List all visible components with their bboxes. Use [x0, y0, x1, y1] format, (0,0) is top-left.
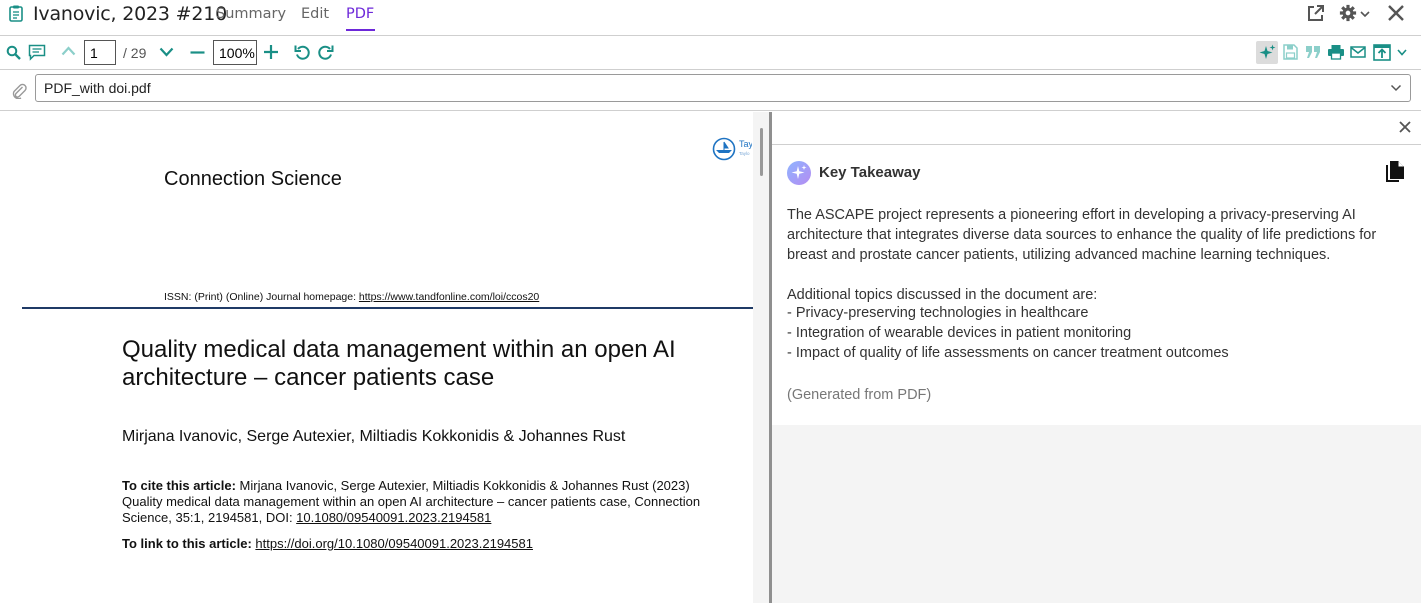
- close-icon[interactable]: [1387, 4, 1405, 22]
- header-rule: [22, 307, 753, 309]
- citation-block: To cite this article: Mirjana Ivanovic, …: [122, 478, 702, 526]
- journal-homepage-link[interactable]: https://www.tandfonline.com/loi/ccos20: [359, 291, 539, 303]
- attachment-row: PDF_with doi.pdf: [0, 70, 1421, 111]
- key-takeaway-panel: Key Takeaway The ASCAPE project represen…: [772, 112, 1421, 603]
- pdf-viewer[interactable]: Tay Taylo Connection Science ISSN: (Prin…: [0, 112, 753, 603]
- export-icon[interactable]: [1373, 43, 1391, 61]
- reference-title: Ivanovic, 2023 #210: [33, 3, 227, 25]
- panel-header: [772, 112, 1421, 145]
- cite-label: To cite this article:: [122, 478, 236, 493]
- rotate-left-icon[interactable]: [294, 44, 311, 61]
- external-link-icon[interactable]: [1306, 4, 1325, 23]
- issn-prefix: ISSN: (Print) (Online) Journal homepage:: [164, 291, 359, 303]
- ai-sparkle-icon: [787, 161, 811, 185]
- comment-icon[interactable]: [28, 44, 46, 61]
- active-tab-indicator: [346, 29, 375, 31]
- panel-title: Key Takeaway: [819, 164, 921, 181]
- rotate-right-icon[interactable]: [317, 44, 334, 61]
- zoom-in-icon[interactable]: [263, 44, 279, 60]
- journal-logo-text: Tay: [739, 139, 752, 149]
- quote-icon[interactable]: [1305, 45, 1321, 59]
- article-url-link[interactable]: https://doi.org/10.1080/09540091.2023.21…: [255, 536, 533, 551]
- pdf-toolbar: / 29: [0, 36, 1421, 70]
- search-icon[interactable]: [6, 45, 21, 60]
- topic-item: - Integration of wearable devices in pat…: [787, 325, 1132, 341]
- takeaway-summary: The ASCAPE project represents a pioneeri…: [787, 207, 1377, 263]
- title-bar: Ivanovic, 2023 #210 Summary Edit PDF: [0, 0, 1421, 36]
- tab-edit[interactable]: Edit: [301, 6, 329, 22]
- journal-logo: Tay Taylo: [712, 137, 752, 161]
- attachment-file-name: PDF_with doi.pdf: [44, 80, 151, 96]
- print-icon[interactable]: [1327, 44, 1345, 60]
- tab-summary[interactable]: Summary: [216, 6, 286, 22]
- ai-sparkle-icon[interactable]: [1259, 44, 1276, 61]
- zoom-out-icon[interactable]: [190, 51, 205, 54]
- tab-pdf[interactable]: PDF: [346, 6, 374, 22]
- topic-item: - Impact of quality of life assessments …: [787, 345, 1229, 361]
- chevron-up-icon[interactable]: [61, 46, 76, 56]
- article-authors: Mirjana Ivanovic, Serge Autexier, Miltia…: [122, 428, 626, 445]
- article-link-block: To link to this article: https://doi.org…: [122, 536, 533, 551]
- copy-icon[interactable]: [1384, 160, 1406, 184]
- takeaway-card: Key Takeaway The ASCAPE project represen…: [772, 145, 1421, 425]
- link-label: To link to this article:: [122, 536, 256, 551]
- pdf-scrollbar[interactable]: [753, 112, 769, 603]
- paperclip-icon: [12, 83, 27, 99]
- issn-line: ISSN: (Print) (Online) Journal homepage:…: [164, 291, 539, 303]
- topic-item: - Privacy-preserving technologies in hea…: [787, 305, 1089, 321]
- chevron-down-icon[interactable]: [159, 47, 174, 57]
- page-total: / 29: [123, 45, 147, 61]
- chevron-down-icon[interactable]: [1360, 10, 1370, 18]
- doi-link[interactable]: 10.1080/09540091.2023.2194581: [296, 510, 491, 525]
- zoom-input[interactable]: [213, 40, 257, 65]
- page-number-input[interactable]: [84, 40, 116, 65]
- topics-intro: Additional topics discussed in the docum…: [787, 287, 1098, 303]
- attachment-select[interactable]: PDF_with doi.pdf: [35, 74, 1411, 102]
- generated-note: (Generated from PDF): [787, 387, 932, 403]
- email-icon[interactable]: [1350, 46, 1366, 58]
- chevron-down-icon: [1390, 84, 1402, 92]
- journal-name: Connection Science: [164, 168, 342, 190]
- gear-icon[interactable]: [1338, 4, 1358, 22]
- article-title: Quality medical data management within a…: [122, 336, 676, 391]
- save-icon[interactable]: [1283, 44, 1298, 60]
- chevron-down-icon[interactable]: [1397, 49, 1407, 56]
- close-icon[interactable]: [1398, 120, 1412, 134]
- clipboard-icon: [9, 5, 23, 22]
- svg-text:Taylo: Taylo: [739, 151, 750, 156]
- pdf-scrollbar-thumb[interactable]: [760, 128, 763, 176]
